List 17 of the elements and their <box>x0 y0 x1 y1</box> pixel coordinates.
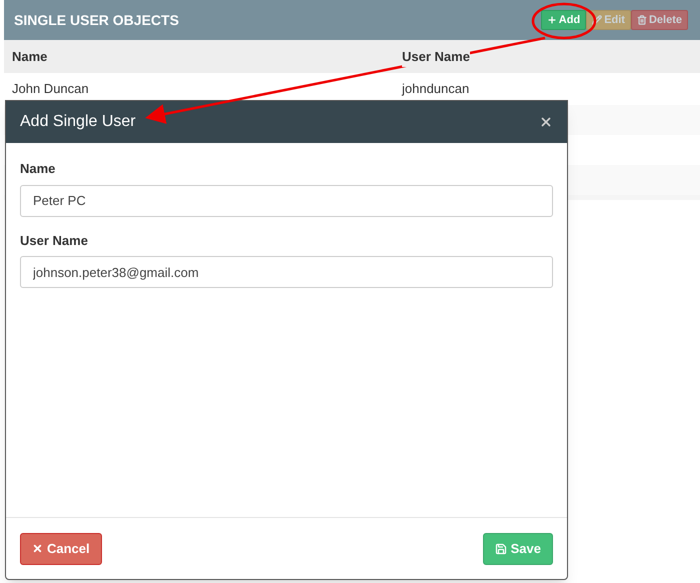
close-icon <box>32 543 43 554</box>
input-field[interactable]: johnson.peter38@gmail.com <box>20 256 553 288</box>
table-cell-text: johnduncan <box>400 80 470 98</box>
pencil-icon <box>592 15 602 25</box>
plus-icon <box>546 15 557 25</box>
close-icon[interactable] <box>539 115 553 129</box>
trash-icon <box>636 15 647 25</box>
highlight-ellipse <box>531 2 597 40</box>
panel-title: SINGLE USER OBJECTS <box>14 10 179 30</box>
cancel-button[interactable]: Cancel <box>20 532 102 564</box>
field-label: User Name <box>20 232 89 250</box>
save-button[interactable]: Save <box>482 532 553 564</box>
field-label: Name <box>20 160 56 178</box>
input-field[interactable]: Peter PC <box>20 184 553 216</box>
add-button[interactable]: Add <box>540 10 586 30</box>
table-cell-text: John Duncan <box>11 80 90 98</box>
dialog-title: Add Single User <box>20 112 136 132</box>
